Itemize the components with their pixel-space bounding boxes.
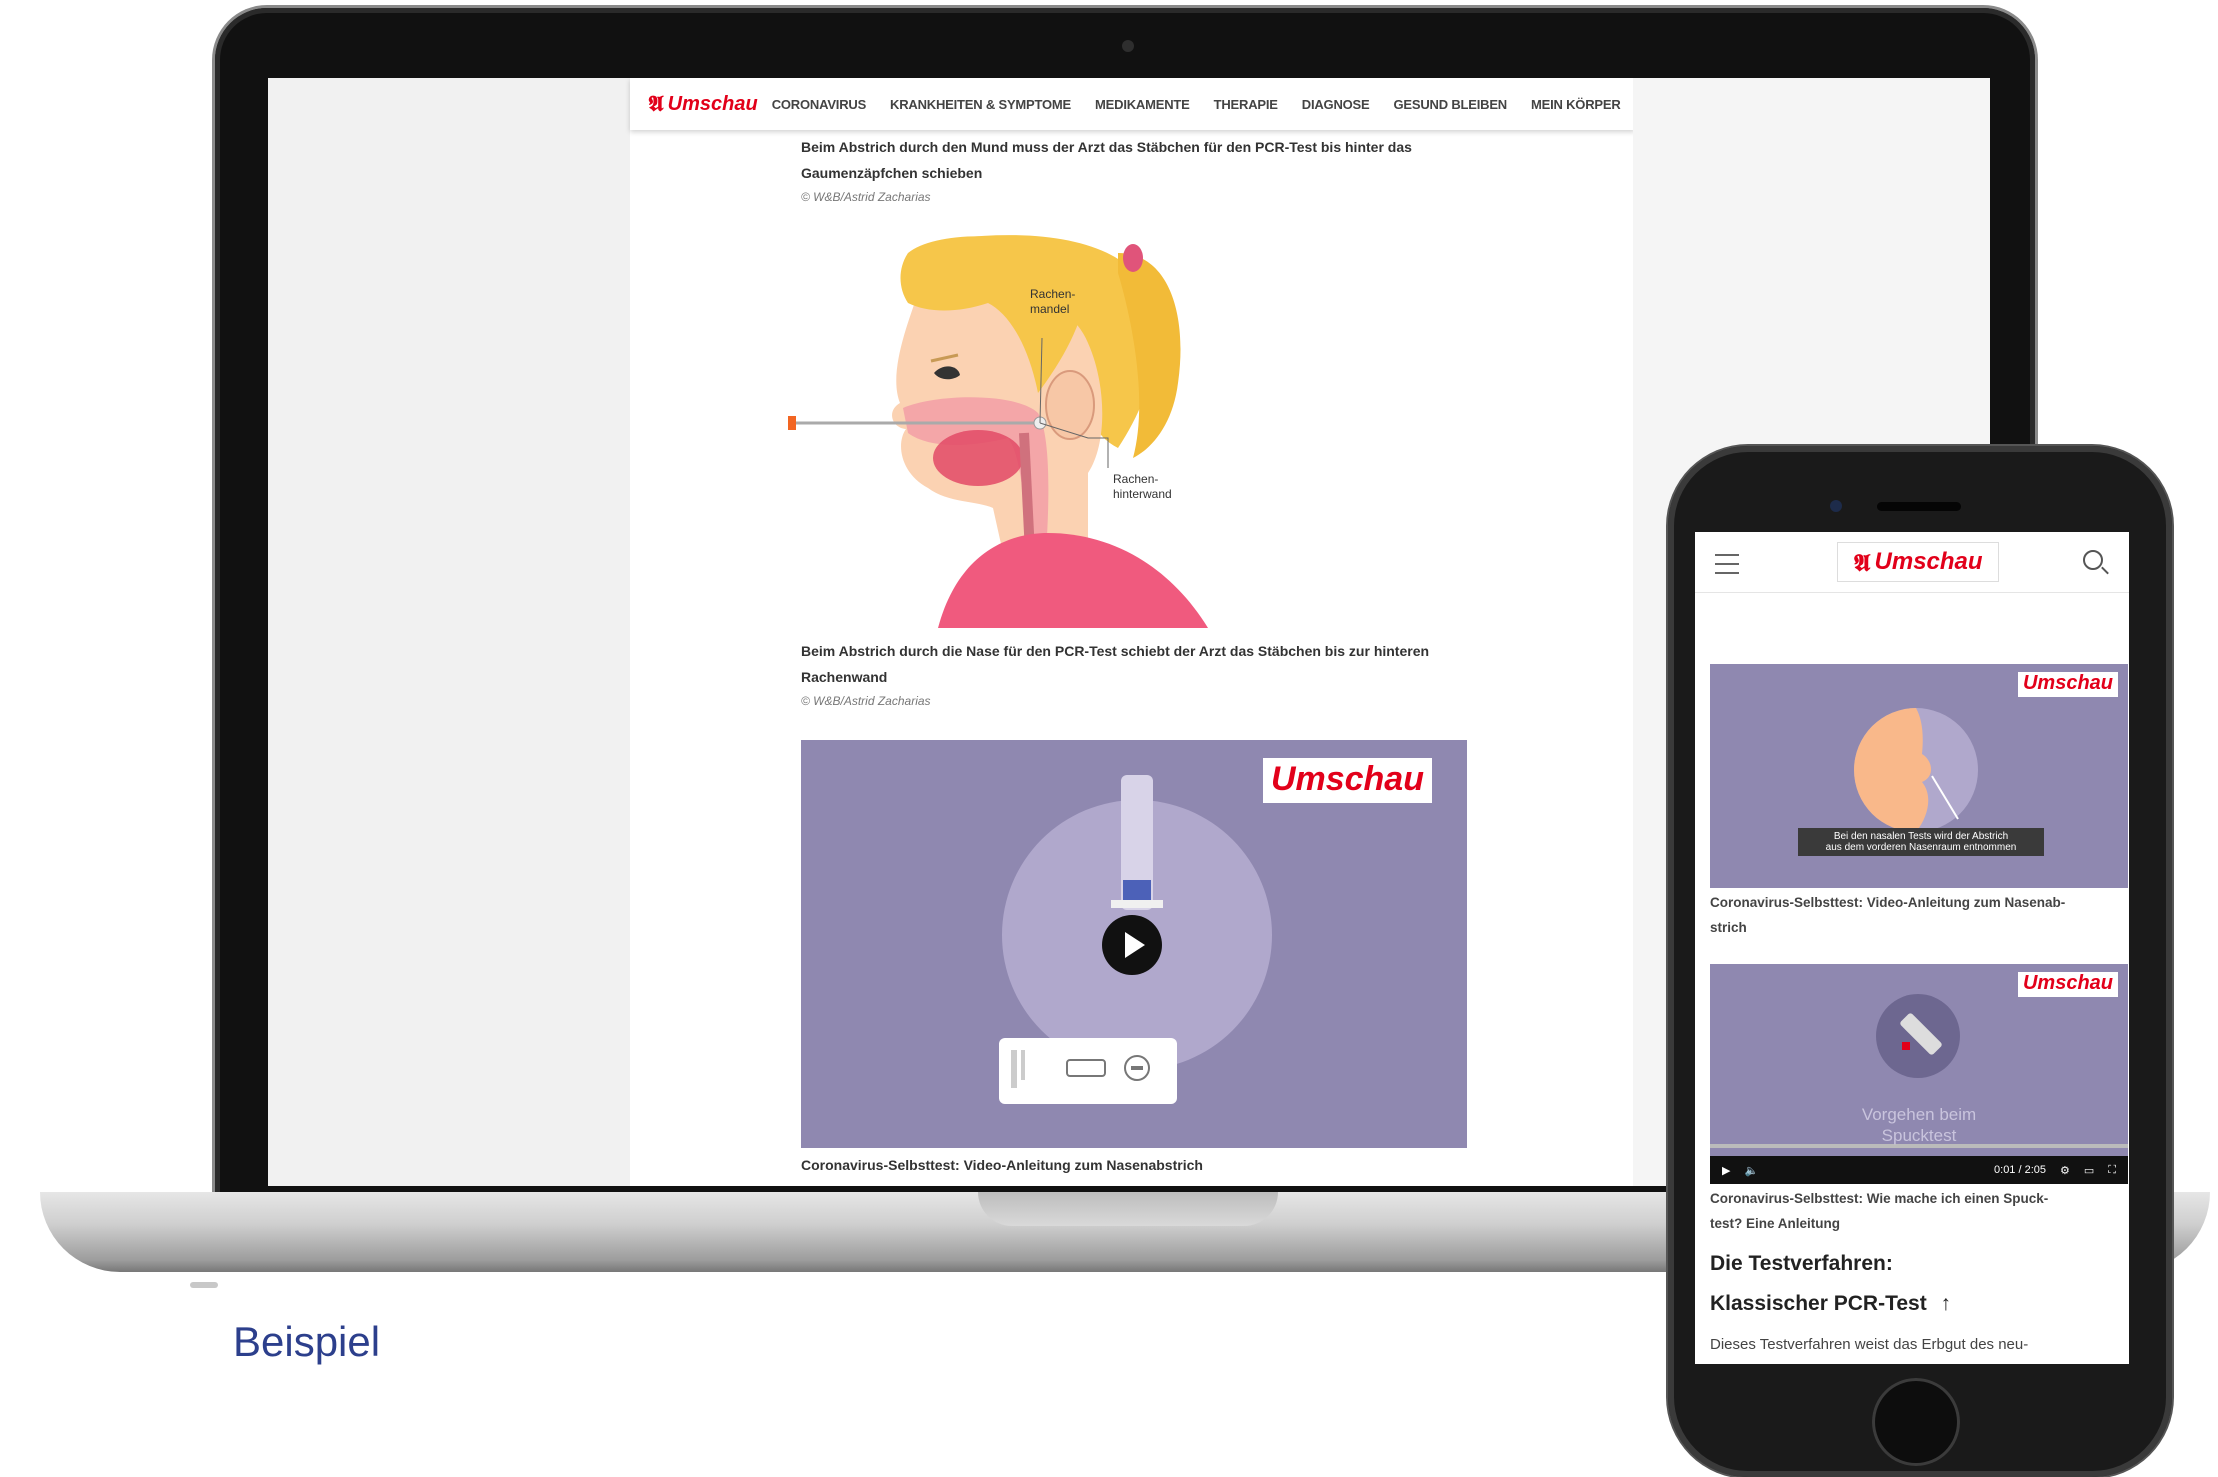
mobile-header: 𝕬 Umschau <box>1695 532 2129 593</box>
video-player[interactable]: Umschau <box>801 740 1467 1148</box>
video-subtitle: Bei den nasalen Tests wird der Abstrich … <box>1798 828 2044 856</box>
video-brand-logo: Umschau <box>1262 758 1432 803</box>
example-label: Beispiel <box>233 1318 381 1365</box>
caption-line: Coronavirus-Selbsttest: Video-Anleitung … <box>1710 895 2066 910</box>
home-button[interactable] <box>1872 1378 1960 1466</box>
label-rachenmandel: Rachen- <box>1030 287 1075 301</box>
video-time: 0:01 / 2:05 <box>1994 1164 2047 1176</box>
laptop-camera <box>1122 40 1134 52</box>
video-logo-text: Umschau <box>2022 972 2113 994</box>
video-thumbnail <box>1710 994 2128 1148</box>
caption-line: Coronavirus-Selbsttest: Wie mache ich ei… <box>1710 1191 2049 1206</box>
captions-icon[interactable]: ▭ <box>2084 1164 2094 1177</box>
mobile-video-caption-1: Coronavirus-Selbsttest: Video-Anleitung … <box>1710 890 2128 940</box>
search-icon[interactable] <box>2083 550 2103 570</box>
video-title-line: Vorgehen beim <box>1861 1105 1977 1124</box>
settings-icon[interactable]: ⚙ <box>2060 1164 2070 1177</box>
nav-item-mein-koerper[interactable]: MEIN KÖRPER <box>1531 97 1621 112</box>
play-icon[interactable]: ▶ <box>1722 1164 1730 1177</box>
site-logo[interactable]: 𝕬 Umschau <box>648 91 758 117</box>
video-brand-logo: Umschau <box>2017 672 2118 697</box>
image-caption: Beim Abstrich durch den Mund muss der Ar… <box>801 134 1412 186</box>
play-icon[interactable] <box>1102 915 1162 975</box>
caption-line: Beim Abstrich durch den Mund muss der Ar… <box>801 139 1412 155</box>
label-rachenhinterwand-2: hinterwand <box>1113 487 1172 501</box>
nav-item-diagnose[interactable]: DIAGNOSE <box>1302 97 1370 112</box>
caption-line: Rachenwand <box>801 669 888 685</box>
video-title-line: Spucktest <box>1881 1126 1957 1145</box>
mobile-video-caption-2: Coronavirus-Selbsttest: Wie mache ich ei… <box>1710 1186 2128 1236</box>
fullscreen-icon[interactable]: ⛶ <box>2108 1164 2116 1177</box>
image-credit: © W&B/Astrid Zacharias <box>801 694 931 708</box>
video-logo-text: Umschau <box>1270 760 1424 798</box>
phone-screen: 𝕬 Umschau Umschau Bei den nasalen Tests … <box>1695 532 2129 1364</box>
nav-item-coronavirus[interactable]: CORONAVIRUS <box>772 97 867 112</box>
nav-item-gesund-bleiben[interactable]: GESUND BLEIBEN <box>1394 97 1508 112</box>
section-heading: Die Testverfahren: <box>1710 1252 1893 1275</box>
apotheke-a-icon: 𝕬 <box>1853 547 1871 577</box>
mobile-video-2[interactable]: Umschau Vorgehen beim Spucktest ▶ 🔈 0:01… <box>1710 964 2128 1184</box>
apotheke-a-icon: 𝕬 <box>648 91 664 117</box>
subtitle-line: Bei den nasalen Tests wird der Abstrich <box>1833 831 2009 842</box>
phone-speaker <box>1877 502 1961 511</box>
logo-text: Umschau <box>667 92 758 115</box>
laptop-notch <box>978 1192 1278 1226</box>
nav-item-krankheiten[interactable]: KRANKHEITEN & SYMPTOME <box>890 97 1071 112</box>
caption-line: test? Eine Anleitung <box>1710 1216 1841 1231</box>
video-logo-text: Umschau <box>2022 672 2113 694</box>
logo-text: Umschau <box>1874 548 1983 575</box>
nav-item-medikamente[interactable]: MEDIKAMENTE <box>1095 97 1190 112</box>
throat-swab-illustration: Rachen- mandel Rachen- hinterwand <box>788 235 1208 628</box>
caption-line: Gaumenzäpfchen schieben <box>801 165 983 181</box>
label-rachenhinterwand: Rachen- <box>1113 472 1158 486</box>
top-navigation: 𝕬 Umschau CORONAVIRUS KRANKHEITEN & SYMP… <box>630 78 1643 130</box>
menu-icon[interactable] <box>1715 554 1739 574</box>
image-caption: Beim Abstrich durch die Nase für den PCR… <box>801 638 1429 690</box>
mobile-video-1[interactable]: Umschau Bei den nasalen Tests wird der A… <box>1710 664 2128 888</box>
video-controls: ▶ 🔈 0:01 / 2:05 ⚙ ▭ ⛶ <box>1710 1156 2128 1184</box>
nav-item-therapie[interactable]: THERAPIE <box>1214 97 1278 112</box>
caption-line: strich <box>1710 920 1747 935</box>
label-rachenmandel-2: mandel <box>1030 302 1069 316</box>
video-brand-logo: Umschau <box>2017 972 2118 997</box>
laptop-foot <box>190 1282 218 1288</box>
caption-line: Beim Abstrich durch die Nase für den PCR… <box>801 643 1430 659</box>
phone-camera <box>1830 500 1842 512</box>
subtitle-line: aus dem vorderen Nasenraum entnommen <box>1825 842 2017 853</box>
arrow-up-icon[interactable]: ↑ <box>1941 1292 1952 1315</box>
volume-icon[interactable]: 🔈 <box>1744 1164 1758 1177</box>
heading-text: Klassischer PCR-Test <box>1710 1292 1927 1315</box>
body-text: Dieses Testverfahren weist das Erbgut de… <box>1710 1336 2029 1353</box>
image-credit: © W&B/Astrid Zacharias <box>801 190 931 204</box>
video-title: Vorgehen beim Spucktest <box>1710 1104 2128 1146</box>
mobile-site-logo[interactable]: 𝕬 Umschau <box>1837 542 1999 582</box>
section-heading-2: Klassischer PCR-Test ↑ <box>1710 1292 1951 1316</box>
video-caption: Coronavirus-Selbsttest: Video-Anleitung … <box>801 1157 1203 1173</box>
